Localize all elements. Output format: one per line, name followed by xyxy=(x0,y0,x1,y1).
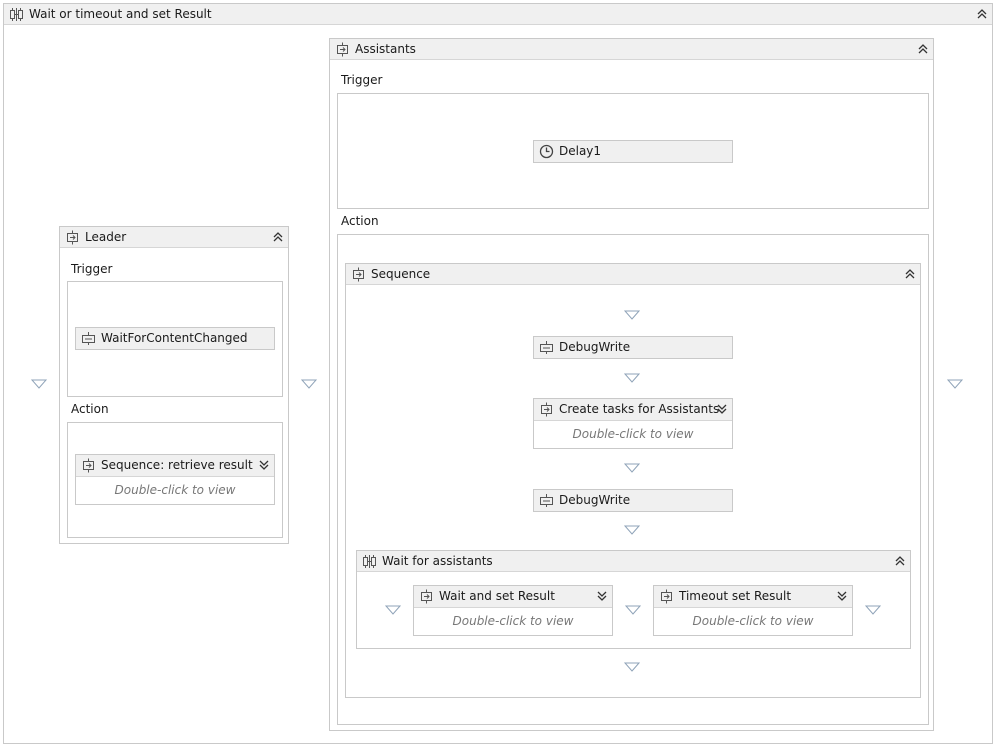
double-click-hint: Double-click to view xyxy=(692,614,814,628)
leader-action-activity[interactable]: Sequence: retrieve result Double-click t… xyxy=(75,454,275,505)
drop-triangle-icon[interactable] xyxy=(624,373,640,383)
drop-triangle-icon[interactable] xyxy=(624,662,640,672)
root-title: Wait or timeout and set Result xyxy=(29,7,212,21)
assistants-action-label: Action xyxy=(341,214,379,228)
wait-title: Wait for assistants xyxy=(382,554,493,568)
leader-trigger-activity[interactable]: WaitForContentChanged xyxy=(75,327,275,350)
assistants-title: Assistants xyxy=(355,42,416,56)
assistants-action-zone[interactable]: Sequence DebugWrite Create tasks for Ass… xyxy=(337,234,929,725)
assistants-trigger-zone[interactable]: Delay1 xyxy=(337,93,929,209)
chevron-double-up-icon[interactable] xyxy=(894,555,906,567)
sequence-icon xyxy=(351,267,366,282)
chevron-double-down-icon[interactable] xyxy=(836,590,848,602)
chevron-double-down-icon[interactable] xyxy=(596,590,608,602)
assistants-trigger-label: Trigger xyxy=(341,73,383,87)
drop-triangle-icon[interactable] xyxy=(625,605,641,615)
chevron-double-up-icon[interactable] xyxy=(272,231,284,243)
collapsed-body: Double-click to view xyxy=(76,476,274,504)
chevron-double-down-icon[interactable] xyxy=(258,459,270,471)
sequence-icon xyxy=(419,589,434,604)
collapsed-body: Double-click to view xyxy=(654,607,852,635)
chevron-double-up-icon[interactable] xyxy=(917,43,929,55)
activity-icon xyxy=(81,331,96,346)
activity-icon xyxy=(539,340,554,355)
drop-triangle-icon[interactable] xyxy=(385,605,401,615)
drop-triangle-icon[interactable] xyxy=(624,463,640,473)
timeout-set-result-activity[interactable]: Timeout set Result Double-click to view xyxy=(653,585,853,636)
sequence-icon xyxy=(81,458,96,473)
leader-title: Leader xyxy=(85,230,127,244)
debugwrite-activity-2[interactable]: DebugWrite xyxy=(533,489,733,512)
collapsed-body: Double-click to view xyxy=(534,420,732,448)
sequence-icon xyxy=(335,42,350,57)
chevron-double-up-icon[interactable] xyxy=(904,268,916,280)
root-header[interactable]: Wait or timeout and set Result xyxy=(4,4,992,25)
double-click-hint: Double-click to view xyxy=(572,427,694,441)
drop-triangle-icon[interactable] xyxy=(31,379,47,389)
activity-icon xyxy=(539,493,554,508)
double-click-hint: Double-click to view xyxy=(452,614,574,628)
delay-activity[interactable]: Delay1 xyxy=(533,140,733,163)
wait-header[interactable]: Wait for assistants xyxy=(357,551,910,572)
leader-trigger-zone[interactable]: WaitForContentChanged xyxy=(67,281,283,397)
leader-action-label: Action xyxy=(71,402,109,416)
drop-triangle-icon[interactable] xyxy=(301,379,317,389)
create-tasks-activity[interactable]: Create tasks for Assistants Double-click… xyxy=(533,398,733,449)
wait-for-assistants[interactable]: Wait for assistants Wait and set Result … xyxy=(356,550,911,649)
collapsed-body: Double-click to view xyxy=(414,607,612,635)
assistants-branch[interactable]: Assistants Trigger Delay1 Action Sequenc… xyxy=(329,38,934,731)
chevron-double-up-icon[interactable] xyxy=(976,8,988,20)
drop-triangle-icon[interactable] xyxy=(624,310,640,320)
leader-trigger-label: Trigger xyxy=(71,262,113,276)
leader-branch[interactable]: Leader Trigger WaitForContentChanged Act… xyxy=(59,226,289,544)
parallel-icon xyxy=(362,554,377,569)
sequence-icon xyxy=(65,230,80,245)
double-click-hint: Double-click to view xyxy=(114,483,236,497)
chevron-double-down-icon[interactable] xyxy=(716,403,728,415)
drop-triangle-icon[interactable] xyxy=(624,525,640,535)
wait-and-set-result-activity[interactable]: Wait and set Result Double-click to view xyxy=(413,585,613,636)
drop-triangle-icon[interactable] xyxy=(865,605,881,615)
sequence-icon xyxy=(659,589,674,604)
debugwrite-activity-1[interactable]: DebugWrite xyxy=(533,336,733,359)
assistants-header[interactable]: Assistants xyxy=(330,39,933,60)
drop-triangle-icon[interactable] xyxy=(947,379,963,389)
sequence-header[interactable]: Sequence xyxy=(346,264,920,285)
leader-action-zone[interactable]: Sequence: retrieve result Double-click t… xyxy=(67,422,283,538)
sequence-container[interactable]: Sequence DebugWrite Create tasks for Ass… xyxy=(345,263,921,698)
parallel-icon xyxy=(9,7,24,22)
sequence-title: Sequence xyxy=(371,267,431,281)
clock-icon xyxy=(539,144,554,159)
sequence-icon xyxy=(539,402,554,417)
leader-header[interactable]: Leader xyxy=(60,227,288,248)
